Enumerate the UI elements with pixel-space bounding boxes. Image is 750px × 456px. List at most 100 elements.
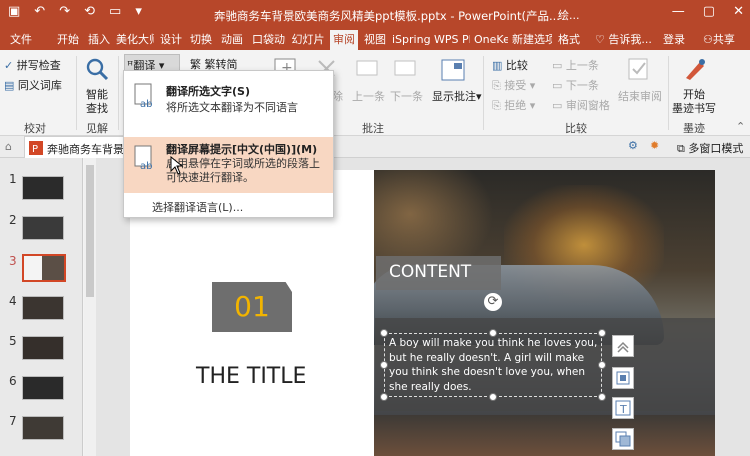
tab-wps-pdf[interactable]: WPS PDF	[434, 30, 470, 50]
reject-button[interactable]: ⎘ 拒绝 ▾	[492, 97, 535, 113]
tab-home[interactable]: 开始	[54, 30, 82, 50]
tab-format[interactable]: 格式	[556, 30, 582, 50]
end-review-label: 结束审阅	[618, 90, 662, 103]
minimize-icon[interactable]: —	[672, 4, 685, 19]
chevron-up-icon	[617, 341, 629, 353]
text-style-button[interactable]: T	[612, 397, 634, 419]
resize-handle[interactable]	[380, 329, 388, 337]
slide-thumbnail-selected[interactable]	[22, 254, 66, 282]
slide-thumbnail[interactable]	[22, 216, 64, 240]
start-from-beginning-icon[interactable]: ⟲	[84, 4, 95, 19]
home-icon[interactable]: ⌂	[5, 140, 12, 153]
smart-lookup-icon[interactable]	[84, 56, 110, 82]
number-badge[interactable]: 01	[212, 282, 292, 332]
previous-comment-icon[interactable]	[354, 56, 380, 82]
resize-handle[interactable]	[380, 361, 388, 369]
next-comment-icon[interactable]	[392, 56, 418, 82]
accept-button[interactable]: ⎘ 接受 ▾	[492, 77, 535, 93]
slide-number-selected: 3	[9, 254, 17, 268]
slide-thumbnail[interactable]	[22, 176, 64, 200]
review-pane-button[interactable]: ▭ 审阅窗格	[552, 97, 610, 113]
tab-review[interactable]: 审阅	[330, 30, 358, 50]
login-button[interactable]: 登录	[663, 30, 685, 50]
maximize-icon[interactable]: ▢	[703, 4, 715, 19]
resize-handle[interactable]	[489, 393, 497, 401]
share-button[interactable]: ⚇共享	[703, 30, 735, 50]
separator	[483, 56, 484, 130]
tab-beautify[interactable]: 美化大师	[116, 30, 154, 50]
document-tab[interactable]: P 奔驰商务车背景	[24, 136, 134, 158]
tab-animations[interactable]: 动画	[218, 30, 246, 50]
previous-comment-label: 上一条	[352, 90, 385, 103]
slide-thumbnail[interactable]	[22, 296, 64, 320]
resize-handle[interactable]	[489, 329, 497, 337]
comments-group-label: 批注	[362, 122, 384, 135]
multi-window-mode[interactable]: ⧉ 多窗口模式	[677, 140, 743, 156]
translate-selection-desc: 将所选文本翻译为不同语言	[166, 101, 298, 114]
show-comments-label[interactable]: 显示批注▾	[432, 88, 482, 104]
redo-icon[interactable]: ↷	[59, 4, 70, 19]
spell-check-button[interactable]: ✓ 拼写检查	[4, 57, 61, 73]
rotate-handle-icon[interactable]: ⟳	[484, 293, 502, 311]
document-tab-bar: ⌂ P 奔驰商务车背景 ⚙ ✹ ⧉ 多窗口模式	[0, 136, 750, 158]
translate-selection-item[interactable]: ab 翻译所选文字(S) 将所选文本翻译为不同语言	[124, 75, 333, 119]
layout-button[interactable]	[612, 367, 634, 389]
shape-icon	[615, 431, 631, 447]
layout-options-button[interactable]	[612, 335, 634, 357]
reject-icon: ⎘	[492, 99, 505, 112]
previous-change-button[interactable]: ▭ 上一条	[552, 57, 599, 73]
customize-qat-icon[interactable]: ▾	[135, 4, 142, 19]
selected-text-box[interactable]: A boy will make you think he loves you, …	[384, 333, 602, 397]
tab-slideshow[interactable]: 幻灯片	[290, 30, 326, 50]
save-icon[interactable]: ▣	[8, 4, 20, 19]
tab-new[interactable]: 新建选项卡	[512, 30, 552, 50]
car-photo[interactable]	[374, 170, 715, 456]
spellcheck-icon: ✓	[4, 59, 17, 72]
tab-insert[interactable]: 插入	[86, 30, 112, 50]
thumbnail-scroll-thumb[interactable]	[86, 165, 94, 297]
settings-icon[interactable]: ⚙	[628, 139, 638, 152]
end-review-icon[interactable]	[626, 56, 652, 82]
pane-icon: ▭	[552, 99, 566, 112]
gear-icon[interactable]: ✹	[650, 139, 659, 152]
tell-me-text: 告诉我...	[608, 33, 652, 46]
slide-number: 2	[9, 213, 17, 227]
shape-style-button[interactable]	[612, 428, 634, 450]
tab-ispring[interactable]: iSpring	[392, 30, 430, 50]
tab-onekey[interactable]: OneKey	[474, 30, 508, 50]
collapse-ribbon-icon[interactable]: ⌃	[736, 120, 745, 133]
thesaurus-button[interactable]: ▤ 同义词库	[4, 77, 62, 93]
compare-group-label: 比较	[565, 122, 587, 135]
slide-thumbnail[interactable]	[22, 336, 64, 360]
tell-me-box[interactable]: ♡ 告诉我...	[595, 30, 652, 50]
slide-title[interactable]: THE TITLE	[196, 364, 306, 389]
slide-thumbnail[interactable]	[22, 376, 64, 400]
tab-transitions[interactable]: 切换	[188, 30, 214, 50]
content-heading[interactable]: CONTENT	[376, 256, 501, 290]
undo-icon[interactable]: ↶	[34, 4, 45, 19]
start-inking-icon[interactable]	[682, 56, 708, 82]
resize-handle[interactable]	[598, 361, 606, 369]
slide-thumbnail[interactable]	[22, 416, 64, 440]
tab-design[interactable]: 设计	[158, 30, 184, 50]
resize-handle[interactable]	[598, 393, 606, 401]
compare-button[interactable]: ▥ 比较	[492, 57, 528, 73]
resize-handle[interactable]	[598, 329, 606, 337]
close-icon[interactable]: ✕	[733, 4, 744, 19]
tab-view[interactable]: 视图	[362, 30, 388, 50]
prev-change-icon: ▭	[552, 59, 566, 72]
show-comments-icon[interactable]	[440, 58, 466, 84]
tab-pocket-animation[interactable]: 口袋动画	[252, 30, 286, 50]
tab-file[interactable]: 文件	[6, 30, 36, 50]
choose-language-item[interactable]: 选择翻译语言(L)...	[152, 199, 243, 215]
insights-group-label: 见解	[86, 122, 108, 135]
layout-icon	[616, 371, 630, 385]
translate-screentip-item[interactable]: ab 翻译屏幕提示[中文(中国)](M) 启用悬停在字词或所选的段落上可快速进行…	[124, 137, 333, 193]
lightbulb-icon: ♡	[595, 33, 609, 46]
compare-icon: ▥	[492, 59, 506, 72]
next-change-button[interactable]: ▭ 下一条	[552, 77, 599, 93]
slide-number: 5	[9, 334, 17, 348]
presentation-icon[interactable]: ▭	[109, 4, 121, 19]
next-change-icon: ▭	[552, 79, 566, 92]
resize-handle[interactable]	[380, 393, 388, 401]
